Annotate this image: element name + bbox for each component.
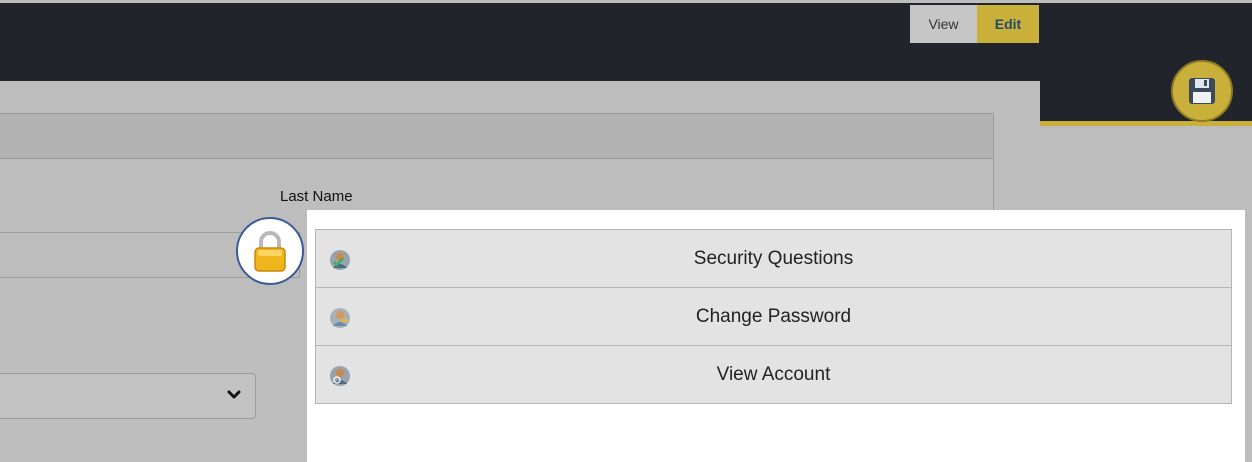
panel-header bbox=[0, 113, 994, 159]
user-check-icon bbox=[330, 250, 350, 270]
mode-toggle: View Edit bbox=[910, 5, 1039, 43]
security-lock-button[interactable] bbox=[236, 217, 304, 285]
menu-item-change-password[interactable]: Change Password bbox=[316, 288, 1231, 346]
menu-item-label: View Account bbox=[716, 363, 831, 385]
menu-item-label: Security Questions bbox=[693, 247, 854, 269]
dropdown-select[interactable] bbox=[0, 373, 256, 419]
view-mode-button[interactable]: View bbox=[910, 5, 977, 43]
security-menu: Security Questions Change Password View … bbox=[315, 229, 1232, 404]
save-button[interactable] bbox=[1171, 60, 1233, 122]
last-name-label: Last Name bbox=[280, 188, 353, 205]
floppy-disk-icon bbox=[1189, 78, 1215, 104]
menu-item-label: Change Password bbox=[695, 305, 852, 327]
edit-mode-button[interactable]: Edit bbox=[977, 5, 1039, 43]
lock-icon bbox=[254, 231, 286, 272]
menu-item-view-account[interactable]: View Account bbox=[316, 346, 1231, 403]
top-navigation-bar bbox=[0, 3, 1252, 81]
menu-item-security-questions[interactable]: Security Questions bbox=[316, 230, 1231, 288]
chevron-down-icon bbox=[227, 390, 241, 399]
user-key-icon bbox=[330, 308, 350, 328]
user-search-icon bbox=[330, 366, 350, 386]
accent-divider bbox=[1040, 121, 1252, 126]
